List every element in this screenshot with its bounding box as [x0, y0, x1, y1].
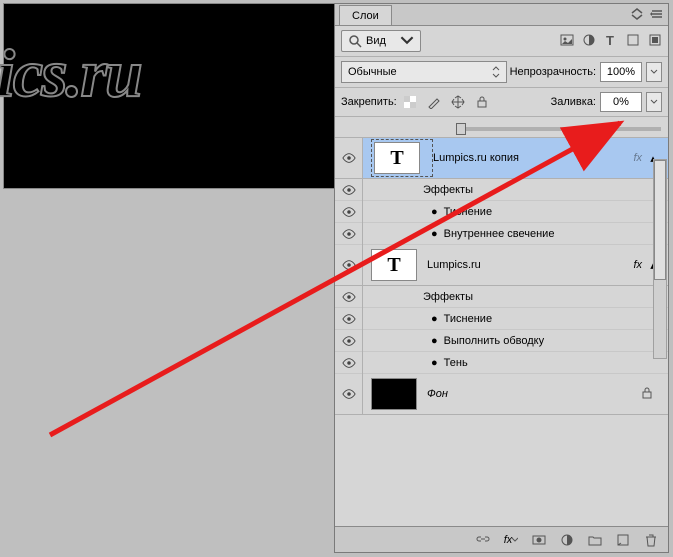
chevron-down-icon: [400, 33, 414, 47]
lock-transparent-icon[interactable]: [401, 93, 419, 111]
layer-thumbnail: T: [371, 249, 417, 281]
effect-row[interactable]: ● Тень: [335, 352, 668, 374]
fill-slider-row: [335, 117, 668, 138]
fx-badge[interactable]: fx: [633, 259, 646, 271]
fill-dropdown-arrow[interactable]: [646, 92, 662, 112]
filter-adjust-icon[interactable]: [582, 33, 596, 50]
blend-mode-dropdown[interactable]: Обычные: [341, 61, 507, 83]
canvas-preview: pics.ru: [3, 3, 336, 189]
effect-name: Внутреннее свечение: [438, 228, 555, 240]
lock-row: Закрепить: Заливка:: [335, 88, 668, 117]
collapse-icon[interactable]: [630, 7, 644, 24]
eye-icon: [342, 205, 356, 219]
visibility-toggle[interactable]: [335, 138, 363, 178]
fx-icon[interactable]: fx: [502, 531, 520, 549]
effect-row[interactable]: ● Внутреннее свечение: [335, 223, 668, 245]
folder-icon[interactable]: [586, 531, 604, 549]
layer-item[interactable]: Фон: [335, 374, 668, 415]
effect-name: Выполнить обводку: [438, 335, 544, 347]
opacity-dropdown-arrow[interactable]: [646, 62, 662, 82]
link-icon[interactable]: [474, 531, 492, 549]
updown-icon: [492, 65, 500, 79]
layers-panel: Слои Вид T Обычные: [334, 3, 669, 553]
search-icon: [348, 34, 362, 48]
panel-bottom-bar: fx: [335, 526, 668, 552]
filter-smart-icon[interactable]: [648, 33, 662, 50]
effect-name: Тиснение: [438, 313, 492, 325]
tab-layers[interactable]: Слои: [339, 5, 392, 25]
fx-badge[interactable]: fx: [633, 152, 646, 164]
eye-icon: [342, 151, 356, 165]
visibility-toggle[interactable]: [335, 330, 363, 352]
visibility-toggle[interactable]: [335, 308, 363, 330]
opacity-input[interactable]: [600, 62, 642, 82]
eye-icon: [342, 312, 356, 326]
effect-row[interactable]: ● Тиснение: [335, 308, 668, 330]
eye-icon: [342, 387, 356, 401]
layers-list: T Lumpics.ru копия fx ▴ Эффекты ● Тиснен…: [335, 138, 668, 415]
effects-header-row[interactable]: Эффекты: [335, 179, 668, 201]
fill-slider-thumb[interactable]: [456, 123, 466, 135]
visibility-toggle[interactable]: [335, 286, 363, 308]
fill-input[interactable]: [600, 92, 642, 112]
eye-icon: [342, 334, 356, 348]
layer-thumbnail: T: [374, 142, 420, 174]
visibility-toggle[interactable]: [335, 223, 363, 245]
scrollbar[interactable]: [653, 159, 667, 359]
lock-position-icon[interactable]: [449, 93, 467, 111]
effect-bullet-icon: ●: [417, 335, 438, 347]
visibility-toggle[interactable]: [335, 201, 363, 223]
mask-icon[interactable]: [530, 531, 548, 549]
layer-item[interactable]: T Lumpics.ru копия fx ▴: [335, 138, 668, 179]
visibility-toggle[interactable]: [335, 179, 363, 201]
filter-label: Вид: [366, 35, 386, 47]
lock-all-icon[interactable]: [473, 93, 491, 111]
panel-tab-bar: Слои: [335, 4, 668, 26]
trash-icon[interactable]: [642, 531, 660, 549]
effects-header-row[interactable]: Эффекты: [335, 286, 668, 308]
effect-name: Тиснение: [438, 206, 492, 218]
new-layer-icon[interactable]: [614, 531, 632, 549]
scrollbar-thumb[interactable]: [654, 160, 666, 280]
effect-bullet-icon: ●: [417, 228, 438, 240]
effects-label: Эффекты: [417, 184, 473, 196]
layer-name: Фон: [427, 388, 448, 400]
layer-filter-dropdown[interactable]: Вид: [341, 30, 421, 52]
eye-icon: [342, 258, 356, 272]
layer-thumbnail: [371, 378, 417, 410]
lock-label: Закрепить:: [341, 96, 397, 108]
svg-text:T: T: [606, 33, 614, 47]
fill-slider[interactable]: [461, 127, 661, 131]
effect-bullet-icon: ●: [417, 313, 438, 325]
effects-label: Эффекты: [417, 291, 473, 303]
blend-mode-value: Обычные: [348, 66, 397, 78]
effect-bullet-icon: ●: [417, 357, 438, 369]
visibility-toggle[interactable]: [335, 374, 363, 414]
visibility-toggle[interactable]: [335, 352, 363, 374]
eye-icon: [342, 227, 356, 241]
lock-icon: [640, 386, 660, 403]
effect-row[interactable]: ● Тиснение: [335, 201, 668, 223]
fill-label: Заливка:: [551, 96, 596, 108]
canvas-text: pics.ru: [0, 34, 141, 113]
effect-row[interactable]: ● Выполнить обводку: [335, 330, 668, 352]
layer-name: Lumpics.ru копия: [433, 152, 519, 164]
effect-bullet-icon: ●: [417, 206, 438, 218]
lock-pixels-icon[interactable]: [425, 93, 443, 111]
filter-row: Вид T: [335, 26, 668, 57]
eye-icon: [342, 183, 356, 197]
opacity-label: Непрозрачность:: [510, 66, 596, 78]
visibility-toggle[interactable]: [335, 245, 363, 285]
filter-type-icon[interactable]: T: [604, 33, 618, 50]
blend-row: Обычные Непрозрачность:: [335, 57, 668, 88]
eye-icon: [342, 356, 356, 370]
filter-pixel-icon[interactable]: [560, 33, 574, 50]
layer-item[interactable]: T Lumpics.ru fx ▴: [335, 245, 668, 286]
adjustment-icon[interactable]: [558, 531, 576, 549]
layer-name: Lumpics.ru: [427, 259, 481, 271]
eye-icon: [342, 290, 356, 304]
effect-name: Тень: [438, 357, 468, 369]
panel-menu-icon[interactable]: [650, 7, 664, 24]
filter-shape-icon[interactable]: [626, 33, 640, 50]
